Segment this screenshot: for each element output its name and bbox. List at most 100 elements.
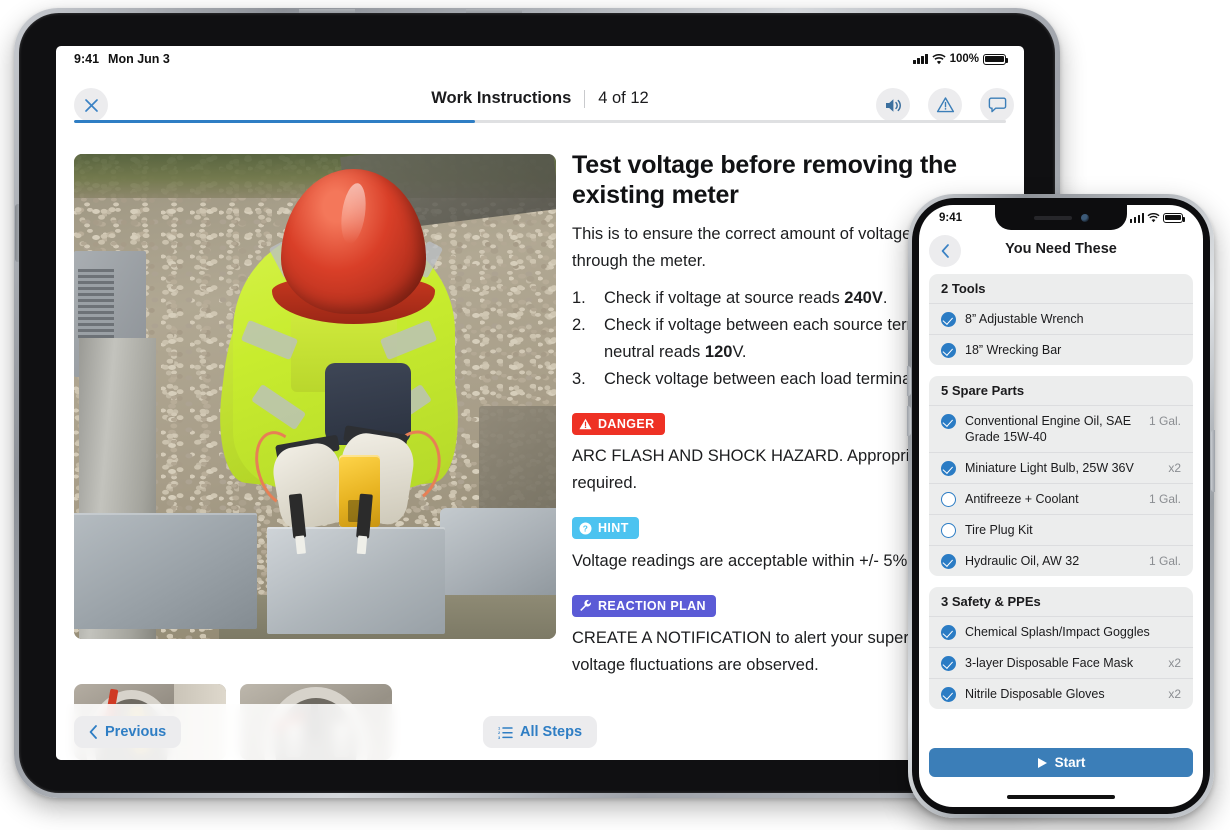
tablet-header: Work Instructions 4 of 12 [56, 72, 1024, 146]
danger-badge: DANGER [572, 413, 665, 435]
tablet-bottom-toolbar: Previous 123 All Steps [56, 704, 1024, 760]
wrench-icon [579, 599, 592, 612]
tablet-clock: 9:41 [74, 52, 100, 66]
checklist-card: 5 Spare Parts Conventional Engine Oil, SA… [929, 376, 1193, 576]
chat-bubble-icon [988, 96, 1007, 114]
question-circle-icon: ? [579, 522, 592, 535]
checklist-container: 2 Tools 8” Adjustable Wrench 18” Wrecking … [919, 274, 1203, 807]
page-title-label: Work Instructions [431, 89, 572, 107]
checklist-item[interactable]: Conventional Engine Oil, SAE Grade 15W-4… [929, 406, 1193, 453]
step-number: 2. [572, 316, 586, 334]
previous-button-label: Previous [105, 724, 167, 740]
checklist-item[interactable]: Nitrile Disposable Gloves x2 [929, 679, 1193, 709]
checklist-section-title: 2 Tools [929, 274, 1193, 304]
step-progress-fill [74, 120, 475, 123]
start-button-label: Start [1054, 755, 1086, 770]
checklist-card: 2 Tools 8” Adjustable Wrench 18” Wrecking … [929, 274, 1193, 365]
checklist-item-quantity: 1 Gal. [1148, 554, 1181, 568]
comments-button[interactable] [980, 88, 1014, 122]
checklist-item-quantity: x2 [1168, 461, 1181, 475]
phone-header: You Need These [919, 230, 1203, 274]
screenshot-stage: 9:41 Mon Jun 3 100% Work Instructions 4 … [0, 0, 1230, 830]
warning-triangle-icon [579, 418, 592, 430]
checkbox-checked-icon[interactable] [941, 655, 956, 671]
checklist-item[interactable]: 8” Adjustable Wrench [929, 304, 1193, 335]
phone-page-title: You Need These [1005, 241, 1117, 257]
hint-badge-label: HINT [598, 521, 629, 535]
phone-volume-down-button[interactable] [907, 406, 911, 436]
battery-icon [1163, 212, 1186, 223]
checklist-item-label: 3-layer Disposable Face Mask [965, 656, 1134, 670]
checklist-item-label: Chemical Splash/Impact Goggles [965, 625, 1150, 639]
photo-meter-box-left [74, 512, 258, 630]
close-x-icon [84, 98, 99, 113]
checkbox-checked-icon[interactable] [941, 460, 956, 476]
battery-percent-label: 100% [949, 53, 979, 65]
reaction-plan-badge-label: REACTION PLAN [598, 598, 706, 613]
checklist-section-title: 5 Spare Parts [929, 376, 1193, 406]
checklist-item-quantity: x2 [1168, 687, 1181, 701]
checklist-item-label: Nitrile Disposable Gloves [965, 687, 1105, 701]
tablet-screen: 9:41 Mon Jun 3 100% Work Instructions 4 … [56, 46, 1024, 760]
step-number: 1. [572, 289, 586, 307]
checklist-item[interactable]: 3-layer Disposable Face Mask x2 [929, 648, 1193, 679]
checkbox-unchecked-icon[interactable] [941, 491, 956, 507]
checklist-item[interactable]: 18” Wrecking Bar [929, 335, 1193, 365]
checklist-item-label: 18” Wrecking Bar [965, 343, 1062, 357]
checklist-item[interactable]: Hydraulic Oil, AW 32 1 Gal. [929, 546, 1193, 576]
checklist-item[interactable]: Miniature Light Bulb, 25W 36V x2 [929, 453, 1193, 484]
previous-button[interactable]: Previous [74, 716, 182, 748]
reaction-plan-badge: REACTION PLAN [572, 594, 716, 617]
home-indicator[interactable] [1007, 795, 1115, 799]
checkbox-checked-icon[interactable] [941, 624, 956, 640]
wifi-icon [1147, 212, 1160, 223]
numbered-list-icon: 123 [498, 725, 513, 739]
cellular-signal-icon [1129, 212, 1144, 223]
checklist-item[interactable]: Antifreeze + Coolant 1 Gal. [929, 484, 1193, 515]
tablet-device: 9:41 Mon Jun 3 100% Work Instructions 4 … [14, 8, 1060, 798]
checklist-item-label: Tire Plug Kit [965, 523, 1033, 537]
step-progress-bar [74, 120, 1006, 123]
checklist-item-quantity: 1 Gal. [1148, 414, 1181, 428]
checkbox-checked-icon[interactable] [941, 553, 956, 569]
battery-icon [983, 53, 1009, 65]
play-icon [1037, 757, 1048, 769]
close-button[interactable] [74, 88, 108, 122]
tablet-content: Test voltage before removing the existin… [56, 146, 1024, 760]
svg-text:?: ? [583, 523, 589, 533]
phone-power-button[interactable] [1211, 430, 1215, 492]
phone-volume-up-button[interactable] [907, 366, 911, 396]
checklist-item[interactable]: Tire Plug Kit [929, 515, 1193, 546]
sound-button[interactable] [876, 88, 910, 122]
danger-badge-label: DANGER [598, 417, 655, 431]
instruction-photo[interactable] [74, 154, 556, 639]
checkbox-checked-icon[interactable] [941, 311, 956, 327]
all-steps-button[interactable]: 123 All Steps [482, 716, 598, 748]
warning-triangle-icon [936, 96, 955, 114]
wifi-icon [931, 53, 946, 65]
step-number: 3. [572, 370, 586, 388]
checklist-item[interactable]: Chemical Splash/Impact Goggles [929, 617, 1193, 648]
phone-status-bar: 9:41 [919, 205, 1203, 230]
cellular-signal-icon [913, 54, 928, 64]
checklist-item-label: Antifreeze + Coolant [965, 492, 1079, 506]
start-button[interactable]: Start [929, 748, 1193, 777]
checklist-item-label: 8” Adjustable Wrench [965, 312, 1084, 326]
speaker-icon [884, 97, 903, 114]
hint-badge: ? HINT [572, 517, 639, 539]
checkbox-unchecked-icon[interactable] [941, 522, 956, 538]
checkbox-checked-icon[interactable] [941, 686, 956, 702]
photo-meter-box-center [266, 527, 446, 635]
checklist-section-title: 3 Safety & PPEs [929, 587, 1193, 617]
chevron-left-icon [89, 725, 98, 739]
hazard-button[interactable] [928, 88, 962, 122]
phone-clock: 9:41 [939, 211, 963, 224]
checklist-card: 3 Safety & PPEs Chemical Splash/Impact Go… [929, 587, 1193, 709]
phone-device: 9:41 You Need These 2 Tools 8” Adjustabl… [907, 194, 1215, 818]
checklist-sections: 2 Tools 8” Adjustable Wrench 18” Wrecking … [929, 274, 1193, 709]
checkbox-checked-icon[interactable] [941, 413, 956, 429]
tablet-status-bar: 9:41 Mon Jun 3 100% [56, 46, 1024, 72]
step-emphasis: 240V [844, 289, 883, 307]
checkbox-checked-icon[interactable] [941, 342, 956, 358]
checklist-item-quantity: 1 Gal. [1148, 492, 1181, 506]
